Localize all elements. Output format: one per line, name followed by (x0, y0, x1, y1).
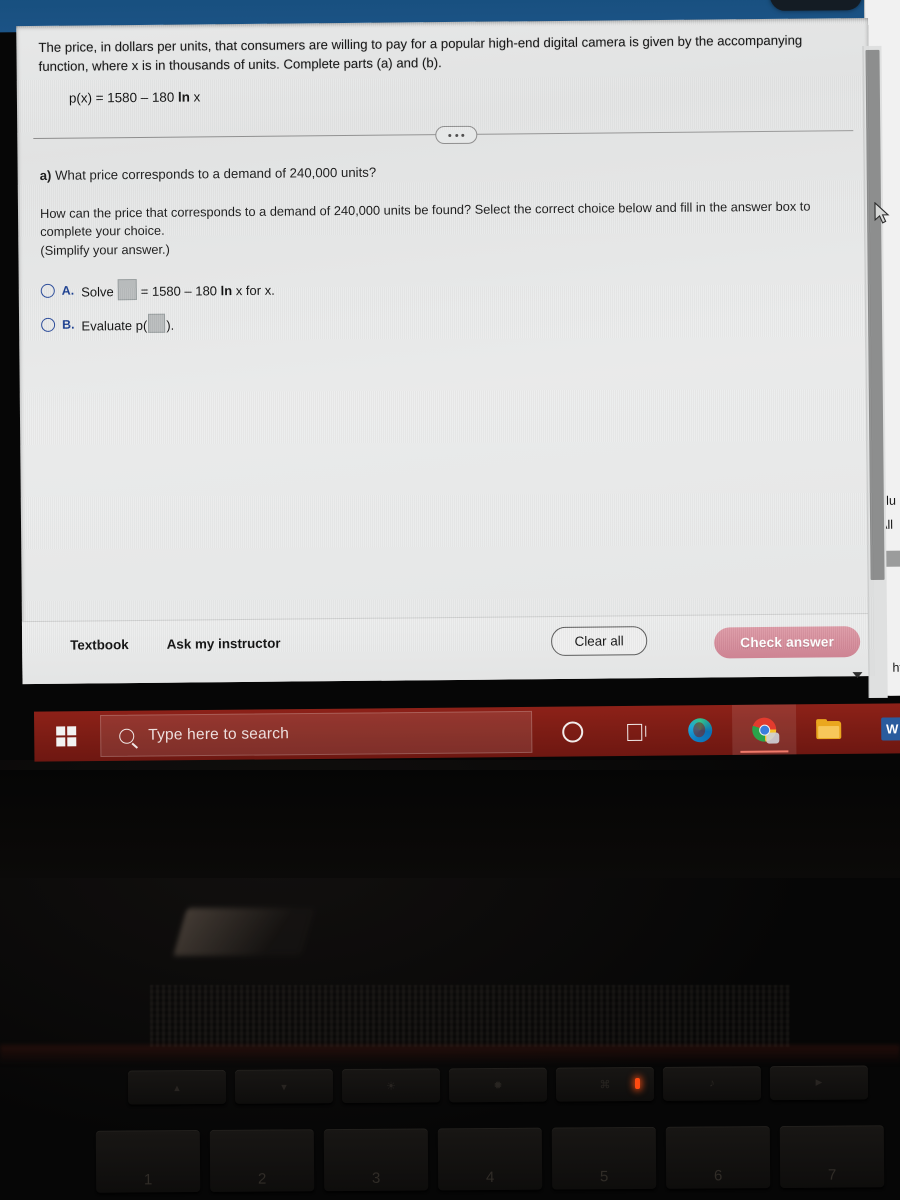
word-icon-letter: W (885, 720, 899, 736)
choice-b-radio[interactable] (41, 317, 56, 332)
choice-a-answer-input[interactable] (117, 279, 137, 301)
choice-b-text-after: ). (166, 317, 175, 333)
save-button-label: Save (770, 0, 862, 11)
choice-a-text-before: Solve (81, 284, 114, 300)
search-icon (119, 728, 135, 744)
function-key-glyph: ✹ (493, 1079, 503, 1092)
windows-logo-icon (56, 726, 77, 747)
choice-list: A. Solve = 1580 – 180 ln x for x. B. Eval… (40, 272, 849, 334)
scrollbar-thumb[interactable] (865, 49, 885, 580)
screen-bezel (0, 770, 900, 878)
save-button[interactable]: Save (769, 0, 863, 11)
exercise-toolbar: Textbook Ask my instructor Clear all Che… (21, 612, 875, 685)
choice-instructions: How can the price that corresponds to a … (39, 198, 811, 239)
number-key: 1 (95, 1130, 201, 1193)
formula-prefix: p(x) = 1580 – 180 (68, 89, 179, 106)
number-key: 6 (665, 1126, 771, 1189)
function-key-glyph: ♪ (709, 1077, 715, 1090)
search-placeholder: Type here to search (148, 725, 290, 744)
function-key-glyph: ▴ (174, 1081, 180, 1094)
taskbar-icons: W (540, 703, 900, 757)
section-divider (33, 122, 854, 146)
file-explorer-icon[interactable] (796, 704, 860, 755)
formula-suffix: x (189, 89, 201, 105)
choice-a-ln: ln (220, 283, 233, 299)
number-key: 3 (323, 1128, 429, 1192)
number-key-glyph: 7 (827, 1166, 837, 1184)
laptop-screen: Save culu All hts r The price, in dollar… (0, 0, 900, 786)
choice-b-text-before: Evaluate p( (81, 317, 148, 334)
task-view-icon[interactable] (604, 706, 668, 757)
formula-ln: ln (177, 89, 190, 105)
background-window-line-3: hts r (892, 660, 900, 675)
function-key-glyph: ► (813, 1076, 825, 1089)
number-key: 2 (209, 1129, 315, 1192)
cortana-icon[interactable] (540, 706, 604, 757)
chrome-icon[interactable] (731, 704, 797, 755)
keyboard-function-row: ▴ ▾ ☀ ✹ ⌘ ♪ ► (127, 1065, 869, 1105)
function-key: ▾ (234, 1069, 334, 1104)
choice-a-text-end: x for x. (232, 282, 275, 299)
exercise-panel: The price, in dollars per units, that co… (16, 17, 888, 699)
part-a-question: a) What price corresponds to a demand of… (40, 158, 848, 185)
laptop-photo: Save culu All hts r The price, in dollar… (0, 0, 900, 1200)
part-a-text: What price corresponds to a demand of 24… (51, 164, 377, 183)
choice-b-letter: B. (62, 317, 75, 332)
windows-taskbar: Type here to search W (0, 703, 900, 772)
word-icon[interactable]: W (860, 703, 900, 754)
search-input[interactable]: Type here to search (100, 710, 533, 758)
problem-formula: p(x) = 1580 – 180 ln x (69, 83, 847, 105)
function-key: ▴ (127, 1069, 227, 1105)
start-button[interactable] (34, 711, 98, 762)
chrome-active-indicator (740, 749, 789, 753)
keyboard-number-row: 1 2 3 4 5 6 7 (95, 1125, 885, 1193)
choice-a-text-after: = 1580 – 180 (140, 283, 221, 299)
function-key: ☀ (341, 1068, 441, 1104)
hinge-reflection (173, 908, 315, 956)
choice-b-answer-input[interactable] (148, 313, 166, 333)
function-key-glyph: ☀ (386, 1080, 396, 1093)
function-key: ⌘ (555, 1066, 655, 1102)
number-key-glyph: 1 (143, 1171, 153, 1189)
choice-a-radio[interactable] (40, 283, 55, 298)
edge-icon[interactable] (668, 705, 732, 756)
function-key: ► (769, 1065, 869, 1101)
part-a-label: a) (39, 167, 52, 183)
function-key: ✹ (448, 1067, 548, 1103)
clear-all-button[interactable]: Clear all (551, 626, 648, 657)
choice-a-letter: A. (61, 283, 75, 298)
speaker-grille (150, 985, 790, 1047)
keyboard-backlight-band (0, 1045, 900, 1063)
number-key-glyph: 4 (485, 1168, 495, 1187)
choice-a-text: Solve = 1580 – 180 ln x for x. (81, 278, 275, 301)
number-key-glyph: 6 (713, 1167, 723, 1185)
choice-a[interactable]: A. Solve = 1580 – 180 ln x for x. (40, 272, 849, 301)
ask-my-instructor-link[interactable]: Ask my instructor (167, 636, 281, 652)
function-key: ♪ (662, 1066, 762, 1101)
choice-b[interactable]: B. Evaluate p(). (41, 307, 849, 334)
function-key-glyph: ▾ (281, 1080, 287, 1094)
check-answer-button[interactable]: Check answer (714, 626, 861, 659)
mouse-cursor (874, 201, 890, 224)
textbook-link[interactable]: Textbook (70, 637, 129, 653)
number-key: 7 (779, 1125, 885, 1188)
keyboard-led (634, 1078, 641, 1090)
number-key-glyph: 3 (371, 1169, 381, 1187)
number-key: 5 (551, 1126, 657, 1190)
problem-statement: The price, in dollars per units, that co… (38, 32, 803, 74)
number-key-glyph: 2 (257, 1170, 267, 1188)
number-key: 4 (437, 1127, 543, 1191)
chevron-down-icon[interactable] (852, 672, 863, 679)
ellipsis-icon[interactable] (435, 125, 478, 145)
number-key-glyph: 5 (599, 1168, 609, 1186)
choice-b-text: Evaluate p(). (81, 313, 175, 334)
